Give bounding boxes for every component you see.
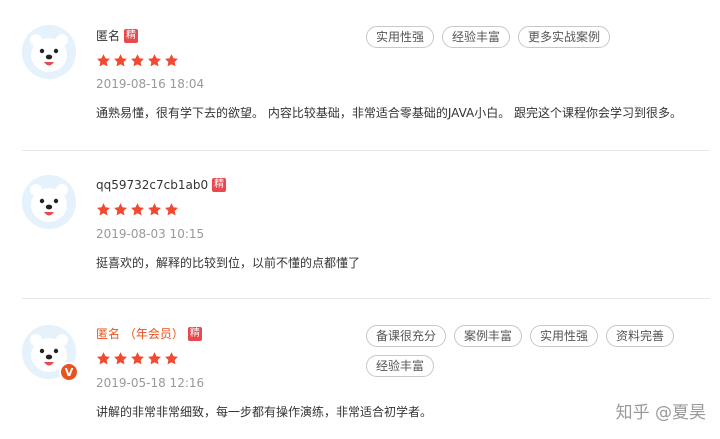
bear-avatar-icon [22, 175, 76, 229]
tag-chip[interactable]: 备课很充分 [366, 325, 447, 347]
star-icon [97, 203, 110, 216]
review-item: 匿名 精 2019-08-16 18:04 通熟易懂，很有学下去的欲望。 内容比… [0, 0, 720, 150]
bear-avatar-icon [22, 25, 76, 79]
tag-chip[interactable]: 案例丰富 [454, 325, 523, 347]
review-time: 2019-05-18 12:16 [96, 376, 205, 390]
name-row: qq59732c7cb1ab0 精 [96, 177, 227, 193]
username[interactable]: 匿名 （年会员） [96, 326, 184, 342]
star-icon [131, 54, 144, 67]
star-icon [114, 54, 127, 67]
review-content: 讲解的非常非常细致，每一步都有操作演练，非常适合初学者。 [96, 405, 433, 419]
rating-stars [96, 53, 179, 68]
avatar[interactable]: V [22, 325, 79, 382]
star-icon [97, 54, 110, 67]
featured-badge: 精 [187, 327, 202, 341]
review-tags: 备课很充分 案例丰富 实用性强 资料完善经验丰富 [366, 325, 696, 377]
username[interactable]: qq59732c7cb1ab0 [96, 177, 208, 193]
star-icon [97, 352, 110, 365]
name-row: 匿名 精 [96, 28, 139, 44]
star-icon [165, 203, 178, 216]
featured-badge: 精 [212, 178, 227, 192]
star-icon [165, 54, 178, 67]
review-time: 2019-08-16 18:04 [96, 77, 205, 91]
star-icon [114, 352, 127, 365]
vip-badge-icon: V [59, 362, 79, 382]
rating-stars [96, 202, 179, 217]
star-icon [114, 203, 127, 216]
star-icon [148, 352, 161, 365]
review-item: qq59732c7cb1ab0 精 2019-08-03 10:15 挺喜欢的，… [0, 150, 720, 298]
featured-badge: 精 [124, 29, 139, 43]
review-content: 通熟易懂，很有学下去的欲望。 内容比较基础，非常适合零基础的JAVA小白。 跟完… [96, 106, 683, 120]
tag-chip[interactable]: 实用性强 [366, 26, 435, 48]
review-tags: 实用性强 经验丰富 更多实战案例 [366, 26, 696, 48]
avatar[interactable] [22, 175, 76, 229]
tag-chip[interactable]: 经验丰富 [442, 26, 511, 48]
tag-chip[interactable]: 更多实战案例 [518, 26, 611, 48]
name-row: 匿名 （年会员） 精 [96, 326, 202, 342]
review-time: 2019-08-03 10:15 [96, 227, 205, 241]
star-icon [148, 203, 161, 216]
review-content: 挺喜欢的，解释的比较到位，以前不懂的点都懂了 [96, 256, 361, 270]
star-icon [148, 54, 161, 67]
star-icon [131, 203, 144, 216]
username[interactable]: 匿名 [96, 28, 120, 44]
avatar[interactable] [22, 25, 76, 79]
star-icon [165, 352, 178, 365]
rating-stars [96, 351, 179, 366]
tag-chip[interactable]: 实用性强 [530, 325, 599, 347]
watermark: 知乎 @夏昊 [615, 403, 706, 423]
star-icon [131, 352, 144, 365]
tag-chip[interactable]: 资料完善 [606, 325, 675, 347]
tag-chip[interactable]: 经验丰富 [366, 355, 435, 377]
review-item: V 匿名 （年会员） 精 2019-05-18 12:16 讲解的非常非常细致，… [0, 298, 720, 439]
